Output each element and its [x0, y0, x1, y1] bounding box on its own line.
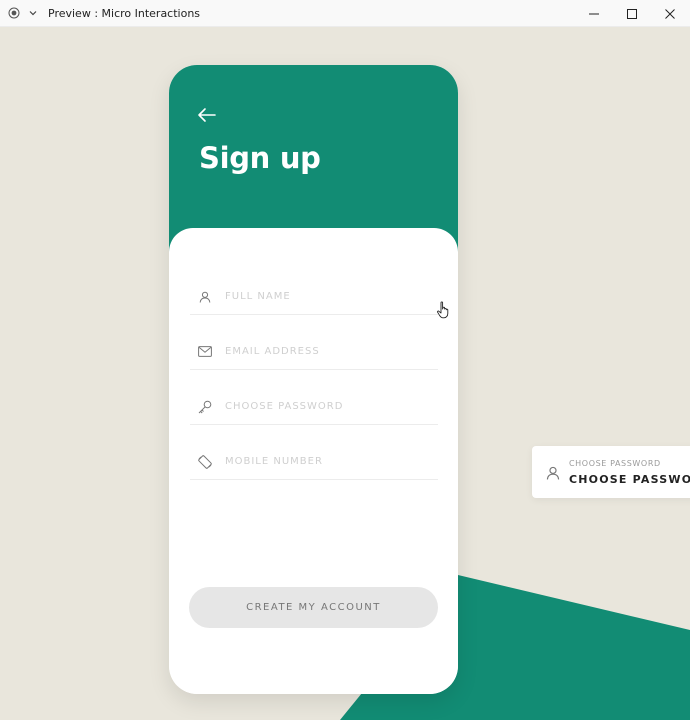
email-input[interactable]: [225, 346, 415, 357]
mobile-input[interactable]: [225, 456, 415, 467]
signup-screen: Sign up FULL NAME EMAIL ADDRESS MOBILE N…: [169, 65, 458, 694]
create-account-button[interactable]: CREATE MY ACCOUNT: [189, 587, 438, 628]
chevron-down-icon[interactable]: [26, 6, 40, 20]
maximize-button[interactable]: [612, 0, 652, 27]
password-input[interactable]: [225, 401, 415, 412]
preview-caption: CHOOSE PASSWORD: [569, 459, 661, 468]
mail-icon: [197, 344, 213, 360]
record-icon[interactable]: [6, 5, 22, 21]
minimize-button[interactable]: [574, 0, 614, 27]
signup-form: CREATE MY ACCOUNT: [169, 228, 458, 694]
page-title: Sign up: [199, 141, 321, 175]
preview-canvas: Sign up FULL NAME EMAIL ADDRESS MOBILE N…: [0, 27, 690, 720]
arrow-left-icon: [198, 108, 216, 122]
hand-cursor-icon: [437, 301, 449, 319]
window-title: Preview : Micro Interactions: [48, 6, 201, 20]
user-icon: [546, 466, 560, 480]
full-name-field: [190, 279, 438, 315]
password-field: [190, 389, 438, 425]
window-titlebar: Preview : Micro Interactions: [0, 0, 690, 27]
full-name-input[interactable]: [225, 291, 415, 302]
phone-icon: [197, 454, 213, 470]
mobile-field: [190, 444, 438, 480]
back-button[interactable]: [195, 103, 219, 127]
field-preview-card: CHOOSE PASSWORD CHOOSE PASSWORD: [532, 446, 690, 498]
close-button[interactable]: [650, 0, 690, 27]
key-icon: [197, 399, 213, 415]
preview-label: CHOOSE PASSWORD: [569, 473, 690, 486]
email-field: [190, 334, 438, 370]
user-icon: [197, 289, 213, 305]
